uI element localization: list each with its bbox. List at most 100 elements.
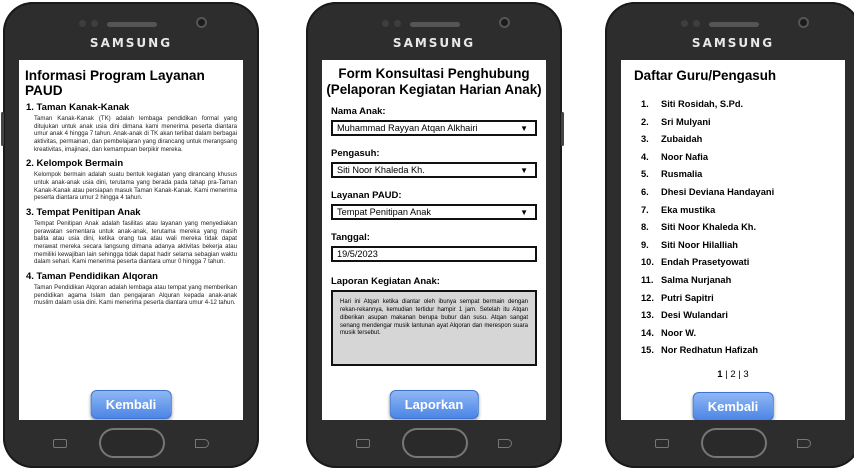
- list-item: 6. Dhesi Deviana Handayani: [641, 187, 845, 205]
- section-heading: 1. Taman Kanak-Kanak: [26, 102, 130, 113]
- brand-logo: SAMSUNG: [691, 36, 775, 50]
- back-key[interactable]: [195, 439, 209, 448]
- speaker: [107, 22, 157, 27]
- laporkan-button[interactable]: Laporkan: [389, 390, 479, 419]
- item-number: 6.: [641, 186, 649, 197]
- item-number: 12.: [641, 292, 654, 303]
- section-text: Taman Pendidikan Alqoran adalah lembaga …: [34, 284, 237, 307]
- layanan-label: Layanan PAUD:: [331, 190, 402, 202]
- screen-form-konsultasi: Form Konsultasi Penghubung (Pelaporan Ke…: [322, 60, 546, 420]
- item-name: Rusmalia: [661, 169, 703, 180]
- list-item: 10. Endah Prasetyowati: [641, 257, 845, 275]
- sensor: [693, 20, 700, 27]
- section-tk: 1. Taman Kanak-Kanak Taman Kanak-Kanak (…: [26, 102, 237, 153]
- kembali-button[interactable]: Kembali: [90, 390, 172, 419]
- section-tpa: 3. Tempat Penitipan Anak Tempat Penitipa…: [26, 207, 237, 266]
- item-number: 5.: [641, 169, 649, 180]
- phone-2: SAMSUNG Form Konsultasi Penghubung (Pela…: [306, 2, 564, 468]
- recent-apps-key[interactable]: [655, 439, 669, 448]
- section-tpq: 4. Taman Pendidikan Alqoran Taman Pendid…: [26, 271, 237, 307]
- item-number: 1.: [641, 99, 649, 109]
- item-name: Nor Redhatun Hafizah: [661, 345, 759, 356]
- item-name: Siti Noor Khaleda Kh.: [661, 222, 757, 233]
- item-name: Zubaidah: [661, 134, 703, 145]
- sensor: [681, 20, 688, 27]
- speaker: [709, 22, 759, 27]
- section-heading: 4. Taman Pendidikan Alqoran: [26, 271, 158, 283]
- screen-info-program: Informasi Program Layanan PAUD 1. Taman …: [19, 60, 243, 420]
- list-item: 9. Siti Noor Hilalliah: [641, 240, 845, 258]
- kembali-button[interactable]: Kembali: [692, 392, 774, 420]
- item-number: 10.: [641, 257, 654, 268]
- laporan-textarea[interactable]: Hari ini Atqan ketika diantar oleh ibuny…: [331, 290, 537, 367]
- item-number: 8.: [641, 222, 649, 233]
- recent-apps-key[interactable]: [356, 439, 370, 448]
- tanggal-label: Tanggal:: [331, 232, 370, 244]
- page-link-3[interactable]: 3: [743, 369, 748, 380]
- list-item: 3. Zubaidah: [641, 134, 845, 152]
- item-number: 13.: [641, 310, 654, 321]
- guru-list: 1. Siti Rosidah, S.Pd. 2. Sri Mulyani 3. Zu…: [641, 99, 845, 363]
- item-name: Sri Mulyani: [661, 116, 711, 127]
- laporan-label: Laporan Kegiatan Anak:: [331, 276, 440, 288]
- item-name: Noor W.: [661, 327, 697, 338]
- list-item: 1. Siti Rosidah, S.Pd.: [641, 99, 845, 117]
- section-kb: 2. Kelompok Bermain Kelompok bermain ada…: [26, 158, 237, 202]
- nama-anak-label: Nama Anak:: [331, 106, 386, 118]
- page-title: Form Konsultasi Penghubung (Pelaporan Ke…: [326, 66, 542, 98]
- back-key[interactable]: [498, 439, 512, 448]
- camera: [499, 17, 510, 28]
- sensor: [79, 20, 86, 27]
- home-button[interactable]: [402, 428, 468, 458]
- tanggal-value: 19/5/2023: [337, 249, 378, 260]
- section-text: Kelompok bermain adalah suatu bentuk keg…: [34, 171, 237, 202]
- brand-logo: SAMSUNG: [89, 36, 173, 50]
- item-name: Dhesi Deviana Handayani: [661, 186, 775, 197]
- item-name: Salma Nurjanah: [661, 274, 732, 285]
- recent-apps-key[interactable]: [53, 439, 67, 448]
- item-number: 11.: [641, 274, 654, 285]
- nama-anak-select[interactable]: Muhammad Rayyan Atqan Alkhairi ▼: [331, 120, 537, 137]
- back-key[interactable]: [797, 439, 811, 448]
- pengasuh-label: Pengasuh:: [331, 148, 380, 160]
- sensor: [91, 20, 98, 27]
- item-name: Endah Prasetyowati: [661, 257, 750, 268]
- speaker: [410, 22, 460, 27]
- section-text: Taman Kanak-Kanak (TK) adalah lembaga pe…: [34, 115, 237, 153]
- tanggal-input[interactable]: 19/5/2023: [331, 246, 537, 263]
- item-name: Siti Noor Hilalliah: [661, 239, 738, 250]
- item-number: 2.: [641, 116, 649, 127]
- section-heading: 3. Tempat Penitipan Anak: [26, 207, 141, 219]
- sensor: [394, 20, 401, 27]
- item-number: 15.: [641, 345, 654, 356]
- list-item: 5. Rusmalia: [641, 169, 845, 187]
- item-name: Siti Rosidah, S.Pd.: [661, 99, 744, 109]
- item-name: Eka mustika: [661, 204, 716, 215]
- list-item: 12. Putri Sapitri: [641, 293, 845, 311]
- item-number: 9.: [641, 239, 649, 250]
- list-item: 15. Nor Redhatun Hafizah: [641, 345, 845, 363]
- home-button[interactable]: [99, 428, 165, 458]
- section-heading: 2. Kelompok Bermain: [26, 158, 124, 170]
- phone-3: SAMSUNG Daftar Guru/Pengasuh 1. Siti Rosi…: [605, 2, 854, 468]
- layanan-select[interactable]: Tempat Penitipan Anak ▼: [331, 204, 537, 221]
- item-number: 14.: [641, 327, 654, 338]
- home-button[interactable]: [701, 428, 767, 458]
- phone-1: SAMSUNG Informasi Program Layanan PAUD 1…: [1, 2, 259, 468]
- pengasuh-value: Siti Noor Khaleda Kh.: [337, 165, 425, 176]
- item-name: Putri Sapitri: [661, 292, 714, 303]
- list-item: 14. Noor W.: [641, 328, 845, 346]
- layanan-value: Tempat Penitipan Anak: [337, 207, 431, 218]
- item-name: Desi Wulandari: [661, 310, 728, 321]
- sensor: [382, 20, 389, 27]
- section-text: Tempat Penitipan Anak adalah fasilitas a…: [34, 220, 237, 266]
- list-item: 4. Noor Nafia: [641, 152, 845, 170]
- page-title: Informasi Program Layanan PAUD: [25, 68, 205, 98]
- list-item: 13. Desi Wulandari: [641, 310, 845, 328]
- pengasuh-select[interactable]: Siti Noor Khaleda Kh. ▼: [331, 162, 537, 179]
- pagination: 1 | 2 | 3: [621, 369, 845, 380]
- chevron-down-icon: ▼: [520, 166, 528, 176]
- brand-logo: SAMSUNG: [392, 36, 476, 50]
- nama-anak-value: Muhammad Rayyan Atqan Alkhairi: [337, 123, 478, 134]
- item-number: 4.: [641, 151, 649, 162]
